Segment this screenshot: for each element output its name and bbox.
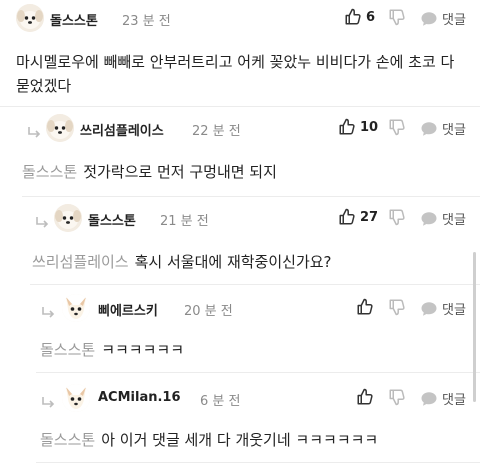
reply-arrow-icon	[40, 305, 56, 321]
thumbs-down-icon	[388, 118, 406, 136]
comment-text: ㅋㅋㅋㅋㅋㅋ	[101, 341, 185, 359]
divider	[36, 372, 480, 373]
comment-header: ACMilan.16 6 분 전 댓글	[0, 380, 480, 416]
thumbs-down-icon	[388, 8, 406, 26]
dislike-button[interactable]	[388, 8, 406, 30]
reply-label: 댓글	[442, 393, 466, 408]
comment-body: 돌스스톤 젓가락으로 먼저 구멍내면 되지	[22, 160, 462, 184]
reply-button[interactable]: 댓글	[420, 389, 466, 408]
avatar[interactable]	[54, 204, 82, 232]
speech-bubble-icon	[420, 390, 438, 408]
thumbs-up-icon	[356, 298, 374, 316]
comment-header: 돌스스톤 21 분 전 27 댓글	[0, 200, 480, 236]
comment-header: 돌스스톤 23 분 전 6 댓글	[0, 0, 480, 36]
reply-label: 댓글	[442, 123, 466, 138]
reply-label: 댓글	[442, 213, 466, 228]
avatar[interactable]	[46, 114, 74, 142]
comment-text: 아 이거 댓글 세개 다 개웃기네 ㅋㅋㅋㅋㅋㅋ	[101, 431, 379, 449]
divider	[22, 196, 480, 197]
mention[interactable]: 돌스스톤	[40, 431, 95, 449]
mention[interactable]: 돌스스톤	[40, 341, 95, 359]
dislike-button[interactable]	[388, 298, 406, 320]
speech-bubble-icon	[420, 210, 438, 228]
like-count: 6	[366, 9, 376, 25]
dog-avatar-icon	[54, 204, 82, 232]
like-button[interactable]	[356, 388, 378, 406]
reply-button[interactable]: 댓글	[420, 209, 466, 228]
thumbs-up-icon	[338, 118, 356, 136]
thumbs-down-icon	[388, 388, 406, 406]
mention[interactable]: 돌스스톤	[22, 163, 77, 181]
dog-avatar-icon	[16, 4, 44, 32]
thumbs-down-icon	[388, 298, 406, 316]
comment-body: 마시멜로우에 빼빼로 안부러트리고 어케 꽂았누 비비다가 손에 초코 다 묻었…	[16, 53, 455, 95]
avatar[interactable]	[62, 294, 90, 322]
chihuahua-avatar-icon	[62, 294, 90, 322]
dog-avatar-icon	[46, 114, 74, 142]
thumbs-up-icon	[356, 388, 374, 406]
comment-body: 돌스스톤 아 이거 댓글 세개 다 개웃기네 ㅋㅋㅋㅋㅋㅋ	[40, 428, 460, 452]
comment-text: 젓가락으로 먼저 구멍내면 되지	[83, 163, 277, 181]
timestamp: 21 분 전	[160, 214, 209, 229]
reply-button[interactable]: 댓글	[420, 119, 466, 138]
avatar[interactable]	[16, 4, 44, 32]
speech-bubble-icon	[420, 10, 438, 28]
like-button[interactable]	[356, 298, 378, 316]
scrollbar[interactable]	[473, 252, 476, 402]
timestamp: 6 분 전	[200, 394, 241, 409]
comment-body: 쓰리섬플레이스 혹시 서울대에 재학중이신가요?	[32, 250, 462, 274]
nickname[interactable]: 삐에르스키	[98, 300, 158, 319]
like-count: 10	[360, 119, 379, 135]
avatar[interactable]	[62, 384, 90, 412]
comment-text: 혹시 서울대에 재학중이신가요?	[134, 253, 332, 271]
nickname[interactable]: ACMilan.16	[98, 390, 181, 405]
divider	[36, 462, 480, 463]
reply-arrow-icon	[40, 395, 56, 411]
like-count: 27	[360, 209, 379, 225]
comment-body: 돌스스톤 ㅋㅋㅋㅋㅋㅋ	[40, 338, 460, 362]
reply-label: 댓글	[442, 303, 466, 318]
dislike-button[interactable]	[388, 118, 406, 140]
reply-button[interactable]: 댓글	[420, 299, 466, 318]
like-button[interactable]: 27	[338, 208, 378, 226]
dislike-button[interactable]	[388, 208, 406, 230]
like-button[interactable]: 6	[344, 8, 375, 26]
reply-arrow-icon	[26, 125, 42, 141]
comment-header: 삐에르스키 20 분 전 댓글	[0, 290, 480, 326]
nickname[interactable]: 돌스스톤	[88, 210, 136, 229]
reply-label: 댓글	[442, 13, 466, 28]
like-button[interactable]: 10	[338, 118, 378, 136]
divider	[30, 284, 480, 285]
thumbs-up-icon	[338, 208, 356, 226]
reply-arrow-icon	[34, 215, 50, 231]
dislike-button[interactable]	[388, 388, 406, 410]
comment-header: 쓰리섬플레이스 22 분 전 10 댓글	[0, 110, 480, 146]
reply-button[interactable]: 댓글	[420, 9, 466, 28]
timestamp: 22 분 전	[192, 124, 241, 139]
nickname[interactable]: 쓰리섬플레이스	[80, 120, 164, 139]
timestamp: 20 분 전	[184, 304, 233, 319]
nickname[interactable]: 돌스스톤	[50, 10, 98, 29]
chihuahua-avatar-icon	[62, 384, 90, 412]
mention[interactable]: 쓰리섬플레이스	[32, 253, 129, 271]
timestamp: 23 분 전	[122, 14, 171, 29]
thumbs-up-icon	[344, 8, 362, 26]
thumbs-down-icon	[388, 208, 406, 226]
speech-bubble-icon	[420, 120, 438, 138]
speech-bubble-icon	[420, 300, 438, 318]
divider	[0, 106, 480, 107]
